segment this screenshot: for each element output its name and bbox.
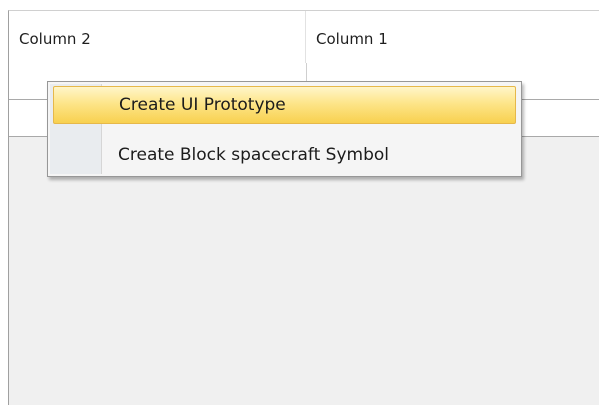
table-header: Column 2 Column 1 xyxy=(9,11,599,64)
context-menu: Create UI Prototype Create Block spacecr… xyxy=(47,81,522,177)
column-header-column-2[interactable]: Column 2 xyxy=(9,11,306,63)
menu-item-create-block-spacecraft-symbol[interactable]: Create Block spacecraft Symbol xyxy=(53,136,516,174)
table-panel: Column 2 Column 1 xyxy=(8,10,599,405)
menu-item-create-ui-prototype[interactable]: Create UI Prototype xyxy=(53,86,516,124)
column-header-column-1[interactable]: Column 1 xyxy=(306,11,599,63)
cell-divider xyxy=(306,63,307,81)
